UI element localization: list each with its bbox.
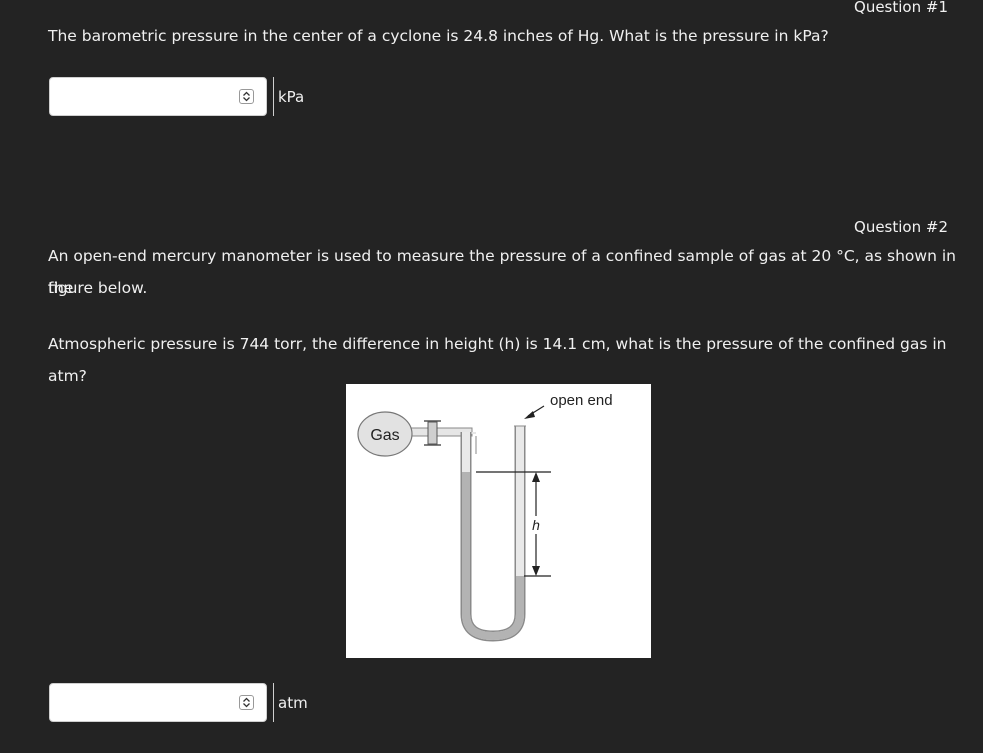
up-down-spinner-icon[interactable] (239, 89, 254, 104)
question-2-answer-field[interactable] (49, 683, 267, 722)
question-2-answer-row: atm (49, 683, 308, 722)
question-2-unit: atm (273, 683, 308, 722)
manometer-figure: Gas h open end (346, 384, 651, 658)
question-2-text-line-2: figure below. (48, 279, 148, 297)
question-2-label: Question #2 (854, 218, 948, 236)
h-label: h (532, 517, 540, 533)
up-down-spinner-icon[interactable] (239, 695, 254, 710)
question-1-text: The barometric pressure in the center of… (48, 27, 829, 45)
question-1-answer-field[interactable] (49, 77, 267, 116)
open-end-label: open end (550, 392, 613, 409)
question-1-unit: kPa (273, 77, 304, 116)
question-1-label: Question #1 (854, 0, 948, 16)
question-2-text-line-1: An open-end mercury manometer is used to… (48, 247, 956, 297)
question-1-answer-input[interactable] (56, 84, 230, 110)
question-1-answer-row: kPa (49, 77, 304, 116)
question-2-answer-input[interactable] (56, 690, 230, 716)
question-2-text-line-3: Atmospheric pressure is 744 torr, the di… (48, 335, 947, 385)
gas-label: Gas (370, 427, 399, 444)
